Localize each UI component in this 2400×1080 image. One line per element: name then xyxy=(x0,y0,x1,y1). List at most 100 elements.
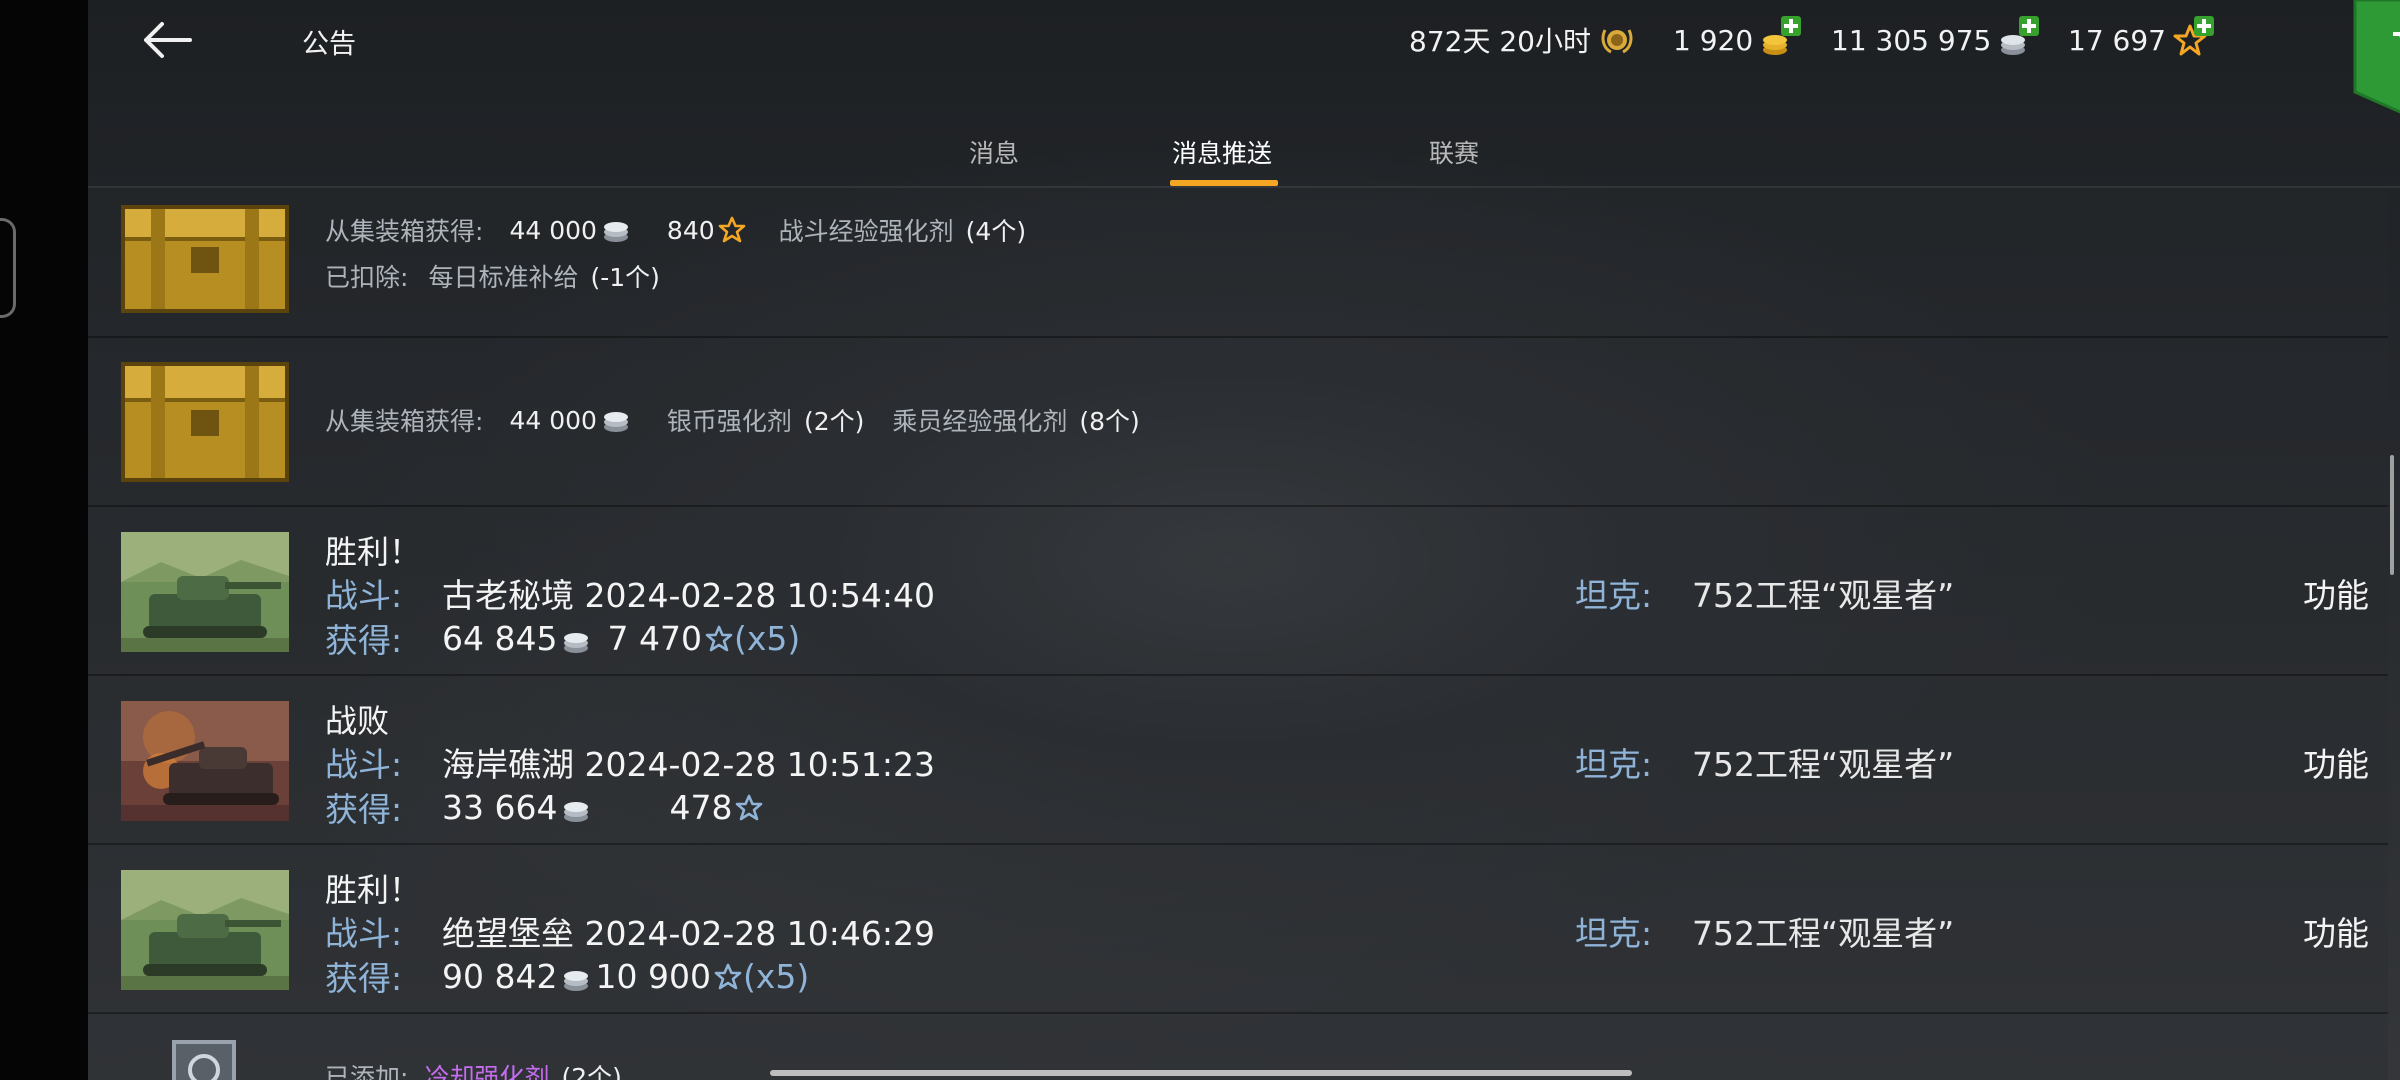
battle-info-line: 战斗: 海岸礁湖 2024-02-28 10:51:23 xyxy=(325,738,935,786)
app-root: 公告 872天 20小时 1 920 11 305 975 17 697 消息 … xyxy=(0,0,2400,1080)
earnings-label: 获得: xyxy=(325,621,403,660)
add-gold-plus-icon[interactable] xyxy=(1781,16,1802,36)
crate-obtained-line: 从集装箱获得: 44 000 银币强化剂 (2个) 乘员经验强化剂 (8个) xyxy=(325,402,1140,438)
earnings-label: 获得: xyxy=(325,790,403,829)
list-item-battle-result[interactable]: 胜利！ 战斗: 绝望堡垒 2024-02-28 10:46:29 获得: 90 … xyxy=(88,845,2388,1014)
silver-coin-icon xyxy=(561,624,591,653)
consumable-added-line: 已添加: 冷却强化剂 (2个) xyxy=(325,1058,622,1080)
victory-tank-image xyxy=(121,870,289,990)
tank-info-line: 坦克: 752工程“观星者” xyxy=(1575,569,1954,617)
premium-account-icon xyxy=(1597,20,1637,60)
home-indicator[interactable] xyxy=(770,1070,1632,1076)
earnings-xp: 7 470 xyxy=(607,618,702,658)
battle-map-time: 古老秘境 2024-02-28 10:54:40 xyxy=(442,576,935,615)
silver-coin-icon xyxy=(601,406,631,434)
xp-star-icon xyxy=(717,215,747,245)
silver-coin-icon xyxy=(601,216,631,244)
gold-crate-icon xyxy=(121,193,289,313)
add-free-xp-plus-icon[interactable] xyxy=(2193,16,2214,36)
page-title: 公告 xyxy=(302,29,356,60)
back-button[interactable] xyxy=(140,14,196,66)
silver-coin-icon xyxy=(561,962,591,991)
tank-label: 坦克: xyxy=(1575,576,1653,615)
gold-display[interactable]: 1 920 xyxy=(1673,16,1802,60)
silver-coin-icon xyxy=(561,793,591,822)
list-item-battle-result[interactable]: 胜利！ 战斗: 古老秘境 2024-02-28 10:54:40 获得: 64 … xyxy=(88,507,2388,676)
top-bar: 公告 872天 20小时 1 920 11 305 975 17 697 xyxy=(88,0,2400,114)
battle-details-button[interactable]: 功能 xyxy=(2303,907,2369,955)
tank-name: 752工程“观星者” xyxy=(1692,745,1955,784)
battle-label: 战斗: xyxy=(325,914,403,953)
earnings-silver: 33 664 xyxy=(442,787,558,827)
notification-list[interactable]: 从集装箱获得: 44 000 840 战斗经验强化剂 (4个) 已扣除: 每日标… xyxy=(88,190,2388,1080)
tank-name: 752工程“观星者” xyxy=(1692,576,1955,615)
battle-label: 战斗: xyxy=(325,745,403,784)
battle-details-button[interactable]: 功能 xyxy=(2303,738,2369,786)
crate-deducted-line: 已扣除: 每日标准补给 (-1个) xyxy=(325,258,660,294)
battle-earnings-line: 获得: 64 845 7 470 (x5) xyxy=(325,614,800,662)
tank-label: 坦克: xyxy=(1575,914,1653,953)
add-silver-plus-icon[interactable] xyxy=(2019,16,2040,36)
battle-info-line: 战斗: 古老秘境 2024-02-28 10:54:40 xyxy=(325,569,935,617)
crate-silver-value: 44 000 xyxy=(509,405,597,435)
crate-item-name: 乘员经验强化剂 xyxy=(892,407,1068,436)
tank-info-line: 坦克: 752工程“观星者” xyxy=(1575,738,1954,786)
victory-tank-image xyxy=(121,532,289,652)
xp-multiplier: (x5) xyxy=(742,956,810,996)
gold-value: 1 920 xyxy=(1673,23,1754,57)
battle-result-title: 胜利！ xyxy=(325,871,422,909)
silver-value: 11 305 975 xyxy=(1831,23,1992,57)
crate-item-count: (4个) xyxy=(965,217,1027,246)
xp-star-icon xyxy=(734,792,764,822)
tab-push-notifications[interactable]: 消息推送 xyxy=(1172,134,1272,170)
shop-button[interactable] xyxy=(2353,0,2400,118)
list-scrollbar[interactable] xyxy=(2390,455,2394,575)
battle-details-button[interactable]: 功能 xyxy=(2303,569,2369,617)
tab-messages[interactable]: 消息 xyxy=(969,134,1019,170)
tab-divider xyxy=(88,186,2400,188)
battle-earnings-line: 获得: 33 664 478 xyxy=(325,783,764,831)
xp-multiplier: (x5) xyxy=(733,618,801,658)
side-panel-handle[interactable] xyxy=(0,218,16,318)
xp-star-icon xyxy=(713,961,743,991)
free-xp-star-icon xyxy=(2172,16,2214,60)
silver-display[interactable]: 11 305 975 xyxy=(1831,16,2040,60)
crate-deducted-item: 每日标准补给 xyxy=(428,263,579,292)
list-item-crate-reward[interactable]: 从集装箱获得: 44 000 840 战斗经验强化剂 (4个) 已扣除: 每日标… xyxy=(88,190,2388,338)
consumable-added-label: 已添加: xyxy=(325,1063,409,1080)
silver-coins-icon xyxy=(1997,16,2040,60)
crate-obtained-line: 从集装箱获得: 44 000 840 战斗经验强化剂 (4个) xyxy=(325,212,1026,248)
crate-item-count: (8个) xyxy=(1079,407,1140,436)
crate-obtained-label: 从集装箱获得: xyxy=(325,407,484,436)
xp-star-icon xyxy=(704,623,734,653)
left-edge-bar xyxy=(0,0,88,1080)
tab-league[interactable]: 联赛 xyxy=(1429,134,1479,170)
earnings-silver: 64 845 xyxy=(442,618,558,658)
tank-label: 坦克: xyxy=(1575,745,1653,784)
premium-time-value: 872天 20小时 xyxy=(1409,25,1591,58)
crate-xp-value: 840 xyxy=(666,215,715,245)
gold-crate-icon xyxy=(121,362,289,482)
consumable-count: (2个) xyxy=(561,1063,622,1080)
defeat-tank-image xyxy=(121,701,289,821)
battle-label: 战斗: xyxy=(325,576,403,615)
earnings-xp: 10 900 xyxy=(595,956,711,996)
premium-time-display[interactable]: 872天 20小时 xyxy=(1409,20,1637,60)
battle-result-title: 战败 xyxy=(325,702,390,740)
crate-item-name: 银币强化剂 xyxy=(666,407,792,436)
crate-obtained-label: 从集装箱获得: xyxy=(325,217,484,246)
consumable-name: 冷却强化剂 xyxy=(424,1063,550,1080)
list-item-battle-result[interactable]: 战败 战斗: 海岸礁湖 2024-02-28 10:51:23 获得: 33 6… xyxy=(88,676,2388,845)
shopping-cart-icon xyxy=(2393,32,2400,39)
earnings-silver: 90 842 xyxy=(442,956,558,996)
free-xp-display[interactable]: 17 697 xyxy=(2068,16,2214,60)
crate-item-name: 战斗经验强化剂 xyxy=(778,217,954,246)
battle-result-title: 胜利！ xyxy=(325,533,422,571)
tab-bar: 消息 消息推送 联赛 xyxy=(88,124,2400,190)
free-xp-value: 17 697 xyxy=(2068,23,2166,57)
list-item-crate-reward[interactable]: 从集装箱获得: 44 000 银币强化剂 (2个) 乘员经验强化剂 (8个) xyxy=(88,338,2388,507)
back-arrow-icon xyxy=(144,22,192,58)
crate-deducted-label: 已扣除: xyxy=(325,263,409,292)
battle-map-time: 海岸礁湖 2024-02-28 10:51:23 xyxy=(442,745,935,784)
battle-info-line: 战斗: 绝望堡垒 2024-02-28 10:46:29 xyxy=(325,907,935,955)
